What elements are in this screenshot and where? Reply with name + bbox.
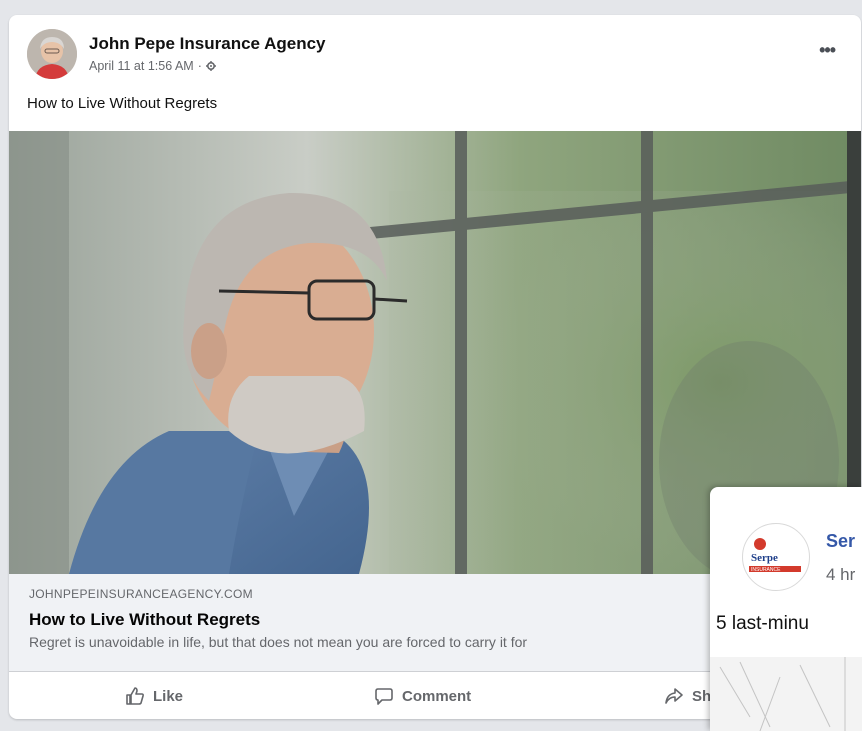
- like-button[interactable]: Like: [125, 672, 183, 719]
- more-options-button[interactable]: •••: [819, 41, 836, 59]
- overlay-post-text: 5 last-minu: [716, 613, 809, 634]
- post-header: John Pepe Insurance Agency April 11 at 1…: [9, 15, 861, 95]
- overlay-timestamp[interactable]: 4 hr: [826, 565, 855, 585]
- svg-text:Serpe: Serpe: [751, 552, 778, 564]
- overlay-post-image[interactable]: [710, 657, 862, 731]
- avatar-photo-icon: [27, 29, 77, 79]
- share-button[interactable]: Sh: [664, 672, 711, 719]
- overlay-page-name[interactable]: Ser: [826, 531, 855, 552]
- overlay-page-avatar[interactable]: Serpe INSURANCE: [742, 523, 810, 591]
- post-timestamp[interactable]: April 11 at 1:56 AM: [89, 59, 194, 73]
- thumbs-up-icon: [126, 687, 144, 705]
- comment-button[interactable]: Comment: [374, 672, 471, 719]
- page-name-link[interactable]: John Pepe Insurance Agency: [89, 34, 326, 54]
- serpe-logo-icon: Serpe INSURANCE: [749, 538, 801, 573]
- like-label: Like: [153, 687, 184, 705]
- comment-label: Comment: [402, 687, 472, 705]
- share-arrow-icon: [665, 688, 683, 704]
- link-title[interactable]: How to Live Without Regrets: [29, 610, 260, 630]
- post-text: How to Live Without Regrets: [27, 95, 218, 112]
- sketch-image-icon: [710, 657, 862, 731]
- svg-text:INSURANCE: INSURANCE: [751, 567, 781, 573]
- post-meta: April 11 at 1:56 AM ·: [89, 59, 216, 73]
- page-avatar[interactable]: [27, 29, 77, 79]
- share-label: Sh: [692, 687, 712, 705]
- comment-bubble-icon: [375, 688, 393, 705]
- link-domain: JOHNPEPEINSURANCEAGENCY.COM: [29, 587, 253, 601]
- overlapping-post-card[interactable]: Serpe INSURANCE Ser 4 hr 5 last-minu: [710, 487, 862, 731]
- settings-gear-icon[interactable]: [205, 61, 216, 71]
- meta-separator: ·: [197, 59, 202, 73]
- link-description: Regret is unavoidable in life, but that …: [29, 634, 528, 650]
